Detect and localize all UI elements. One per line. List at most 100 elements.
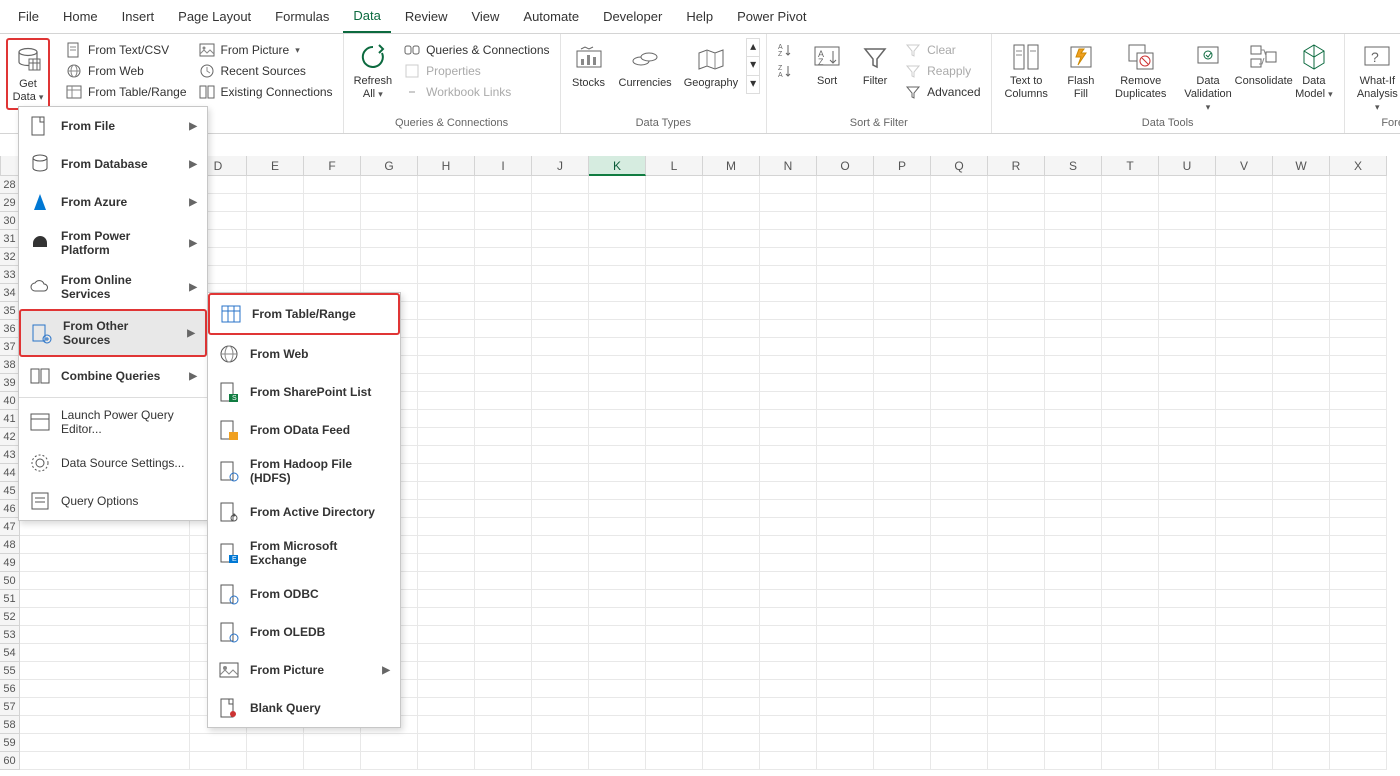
submenu-from-odbc[interactable]: From ODBC [208,575,400,613]
row-header-33[interactable]: 33 [0,266,20,284]
tab-automate[interactable]: Automate [513,1,589,32]
row-header-46[interactable]: 46 [0,500,20,518]
menu-query-options[interactable]: Query Options [19,482,207,520]
col-header-E[interactable]: E [247,156,304,176]
submenu-from-web[interactable]: From Web [208,335,400,373]
refresh-all-button[interactable]: Refresh All ▾ [350,38,397,104]
row-header-31[interactable]: 31 [0,230,20,248]
row-header-28[interactable]: 28 [0,176,20,194]
currencies-button[interactable]: Currencies [615,40,676,93]
submenu-from-odata-feed[interactable]: From OData Feed [208,411,400,449]
geography-button[interactable]: Geography [680,40,742,93]
row-header-32[interactable]: 32 [0,248,20,266]
menu-launch-power-query-editor-[interactable]: Launch Power Query Editor... [19,400,207,444]
tab-insert[interactable]: Insert [112,1,165,32]
menu-combine-queries[interactable]: Combine Queries▶ [19,357,207,395]
row-header-34[interactable]: 34 [0,284,20,302]
row-header-37[interactable]: 37 [0,338,20,356]
col-header-N[interactable]: N [760,156,817,176]
col-header-X[interactable]: X [1330,156,1387,176]
row-header-51[interactable]: 51 [0,590,20,608]
get-data-button[interactable]: Get Data ▾ [6,38,50,110]
col-header-J[interactable]: J [532,156,589,176]
row-header-35[interactable]: 35 [0,302,20,320]
existing-connections-button[interactable]: Existing Connections [195,82,337,102]
sort-asc-button[interactable]: AZ [773,40,797,60]
row-header-47[interactable]: 47 [0,518,20,536]
from-web-button[interactable]: From Web [62,61,191,81]
tab-view[interactable]: View [461,1,509,32]
tab-page-layout[interactable]: Page Layout [168,1,261,32]
tab-formulas[interactable]: Formulas [265,1,339,32]
row-header-55[interactable]: 55 [0,662,20,680]
from-picture-button[interactable]: From Picture ▾ [195,40,337,60]
col-header-R[interactable]: R [988,156,1045,176]
row-header-29[interactable]: 29 [0,194,20,212]
row-header-54[interactable]: 54 [0,644,20,662]
row-header-38[interactable]: 38 [0,356,20,374]
col-header-I[interactable]: I [475,156,532,176]
tab-file[interactable]: File [8,1,49,32]
submenu-from-table-range[interactable]: From Table/Range [208,293,400,335]
col-header-G[interactable]: G [361,156,418,176]
row-header-44[interactable]: 44 [0,464,20,482]
sort-button[interactable]: AZSort [805,38,849,91]
row-header-58[interactable]: 58 [0,716,20,734]
row-header-52[interactable]: 52 [0,608,20,626]
col-header-K[interactable]: K [589,156,646,176]
submenu-from-microsoft-exchange[interactable]: EFrom Microsoft Exchange [208,531,400,575]
row-header-53[interactable]: 53 [0,626,20,644]
consolidate-button[interactable]: Consolidate [1242,38,1286,91]
row-header-56[interactable]: 56 [0,680,20,698]
row-header-36[interactable]: 36 [0,320,20,338]
row-header-41[interactable]: 41 [0,410,20,428]
row-header-50[interactable]: 50 [0,572,20,590]
scroll-up-icon[interactable]: ▴ [747,39,759,56]
row-header-45[interactable]: 45 [0,482,20,500]
tab-data[interactable]: Data [343,0,390,33]
row-header-49[interactable]: 49 [0,554,20,572]
col-header-F[interactable]: F [304,156,361,176]
row-header-39[interactable]: 39 [0,374,20,392]
submenu-from-sharepoint-list[interactable]: SFrom SharePoint List [208,373,400,411]
col-header-S[interactable]: S [1045,156,1102,176]
col-header-V[interactable]: V [1216,156,1273,176]
submenu-from-active-directory[interactable]: From Active Directory [208,493,400,531]
row-header-59[interactable]: 59 [0,734,20,752]
menu-from-azure[interactable]: From Azure▶ [19,183,207,221]
sort-desc-button[interactable]: ZA [773,61,797,81]
row-header-30[interactable]: 30 [0,212,20,230]
menu-from-other-sources[interactable]: From Other Sources▶ [19,309,207,357]
submenu-from-oledb[interactable]: From OLEDB [208,613,400,651]
row-header-48[interactable]: 48 [0,536,20,554]
col-header-U[interactable]: U [1159,156,1216,176]
advanced-filter-button[interactable]: Advanced [901,82,984,102]
tab-power-pivot[interactable]: Power Pivot [727,1,816,32]
menu-from-database[interactable]: From Database▶ [19,145,207,183]
filter-button[interactable]: Filter [853,38,897,91]
menu-from-file[interactable]: From File▶ [19,107,207,145]
row-header-40[interactable]: 40 [0,392,20,410]
text-to-columns-button[interactable]: Text to Columns [998,38,1055,104]
from-text-csv-button[interactable]: From Text/CSV [62,40,191,60]
submenu-blank-query[interactable]: Blank Query [208,689,400,727]
tab-developer[interactable]: Developer [593,1,672,32]
data-validation-button[interactable]: Data Validation ▾ [1179,38,1238,117]
stocks-button[interactable]: Stocks [567,40,611,93]
tab-home[interactable]: Home [53,1,108,32]
submenu-from-picture[interactable]: From Picture▶ [208,651,400,689]
submenu-from-hadoop-file-hdfs-[interactable]: From Hadoop File (HDFS) [208,449,400,493]
col-header-W[interactable]: W [1273,156,1330,176]
whatif-button[interactable]: ?What-If Analysis ▾ [1351,38,1400,117]
recent-sources-button[interactable]: Recent Sources [195,61,337,81]
flash-fill-button[interactable]: Flash Fill [1059,38,1103,104]
scroll-down-icon[interactable]: ▾ [747,56,759,74]
data-model-button[interactable]: Data Model ▾ [1290,38,1338,104]
queries-connections-button[interactable]: Queries & Connections [400,40,553,60]
col-header-T[interactable]: T [1102,156,1159,176]
col-header-L[interactable]: L [646,156,703,176]
menu-data-source-settings-[interactable]: Data Source Settings... [19,444,207,482]
remove-duplicates-button[interactable]: Remove Duplicates [1107,38,1175,104]
col-header-Q[interactable]: Q [931,156,988,176]
col-header-H[interactable]: H [418,156,475,176]
